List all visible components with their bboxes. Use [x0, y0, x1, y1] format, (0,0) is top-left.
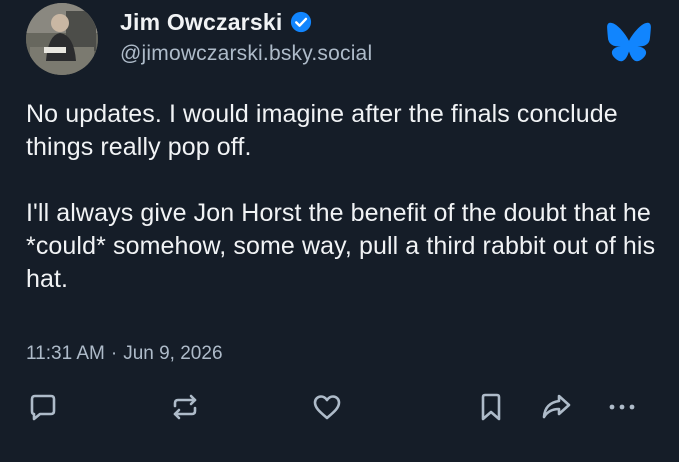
reply-button[interactable] [26, 390, 60, 424]
post-timestamp[interactable]: 11:31 AM · Jun 9, 2026 [26, 343, 223, 365]
repost-icon [173, 394, 197, 420]
post-paragraph-1: No updates. I would imagine after the fi… [26, 100, 618, 161]
post-paragraph-2: I'll always give Jon Horst the benefit o… [26, 199, 656, 293]
verified-badge-icon[interactable] [290, 11, 312, 33]
post-date: Jun 9, 2026 [123, 343, 223, 364]
repost-button[interactable] [168, 390, 202, 424]
bookmark-button[interactable] [474, 390, 508, 424]
author-display-name[interactable]: Jim Owczarski [120, 9, 282, 36]
name-row: Jim Owczarski [120, 6, 372, 38]
author-block: Jim Owczarski @jimowczarski.bsky.social [120, 6, 372, 66]
speech-bubble-icon [30, 394, 56, 421]
heart-icon [313, 395, 341, 420]
post: Jim Owczarski @jimowczarski.bsky.social … [0, 0, 679, 462]
share-button[interactable] [540, 390, 574, 424]
post-text: No updates. I would imagine after the fi… [26, 98, 656, 329]
more-options-button[interactable] [605, 390, 639, 424]
share-arrow-icon [542, 394, 571, 419]
avatar[interactable] [26, 3, 98, 75]
post-time: 11:31 AM [26, 343, 105, 364]
avatar-photo [26, 3, 98, 75]
bluesky-butterfly-icon [607, 22, 651, 62]
ellipsis-icon [609, 404, 635, 410]
author-handle[interactable]: @jimowczarski.bsky.social [120, 42, 372, 66]
bookmark-icon [481, 393, 501, 421]
action-bar [0, 390, 679, 430]
like-button[interactable] [310, 390, 344, 424]
timestamp-separator: · [110, 343, 118, 364]
